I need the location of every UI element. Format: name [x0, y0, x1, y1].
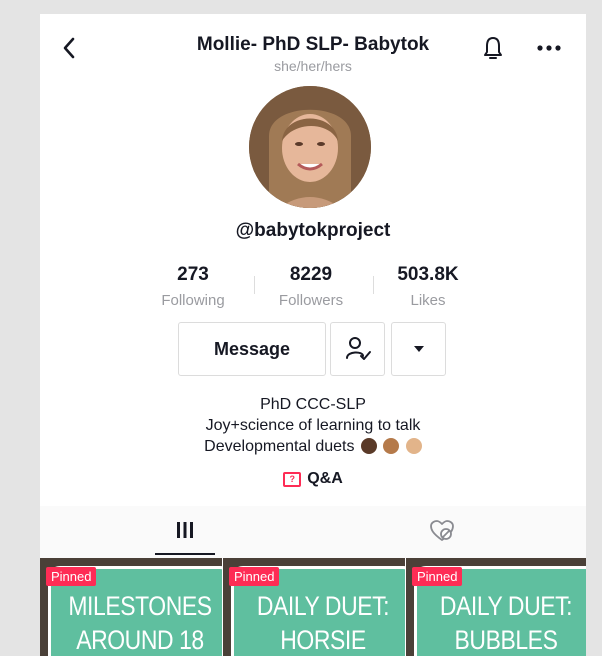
- pinned-badge: Pinned: [412, 567, 463, 586]
- qa-label: Q&A: [307, 470, 343, 487]
- video-thumbnail[interactable]: DAILY DUET: HORSIE Pinned: [223, 558, 405, 656]
- stat-label: Following: [161, 292, 225, 309]
- more-options-button[interactable]: [535, 40, 563, 56]
- stat-divider: [254, 276, 255, 294]
- bio-line: Joy+science of learning to talk: [205, 417, 421, 434]
- stat-following[interactable]: 273 Following: [138, 264, 248, 309]
- qa-link[interactable]: ? Q&A: [40, 470, 586, 488]
- caret-down-icon: [413, 346, 424, 352]
- bio-line: PhD CCC-SLP: [260, 396, 366, 413]
- stat-followers[interactable]: 8229 Followers: [256, 264, 366, 309]
- heart-hidden-icon: [430, 520, 454, 541]
- tab-videos[interactable]: [165, 520, 205, 544]
- bio-line: Developmental duets: [204, 438, 355, 455]
- video-thumbnail[interactable]: MILESTONES AROUND 18 Pinned: [40, 558, 222, 656]
- user-check-icon: [345, 337, 371, 360]
- qa-icon: ?: [283, 471, 302, 487]
- notification-button[interactable]: [481, 34, 505, 62]
- stat-value: 273: [177, 264, 209, 285]
- tab-active-indicator: [155, 553, 215, 555]
- more-dots-icon: [537, 45, 561, 51]
- baby-emoji-icon: [360, 438, 377, 454]
- bio-line-with-emoji: Developmental duets: [40, 438, 586, 456]
- avatar[interactable]: [249, 86, 371, 208]
- thumbnail-text: MILESTONES AROUND 18: [68, 591, 212, 655]
- grid-icon: [177, 522, 193, 538]
- stat-value: 503.8K: [397, 264, 459, 285]
- profile-tabs: [40, 506, 586, 558]
- stat-value: 8229: [289, 264, 333, 285]
- baby-emoji-icon: [383, 438, 400, 454]
- video-thumbnail[interactable]: DAILY DUET: BUBBLES Pinned: [406, 558, 586, 656]
- thumbnail-text: DAILY DUET: HORSIE: [256, 591, 390, 655]
- thumbnail-text: DAILY DUET: BUBBLES: [439, 591, 573, 655]
- message-button[interactable]: Message: [178, 322, 326, 376]
- stat-label: Likes: [410, 292, 446, 309]
- pinned-badge: Pinned: [46, 567, 97, 586]
- stat-likes[interactable]: 503.8K Likes: [373, 264, 483, 309]
- bell-icon: [484, 37, 502, 59]
- dropdown-button[interactable]: [391, 322, 446, 376]
- username: @babytokproject: [235, 220, 391, 241]
- tab-liked[interactable]: [422, 520, 462, 544]
- pinned-badge: Pinned: [229, 567, 280, 586]
- profile-screen: Mollie- PhD SLP- Babytok she/her/hers @b…: [40, 14, 586, 656]
- stat-label: Followers: [278, 292, 344, 309]
- following-button[interactable]: [330, 322, 385, 376]
- baby-emoji-icon: [405, 438, 422, 454]
